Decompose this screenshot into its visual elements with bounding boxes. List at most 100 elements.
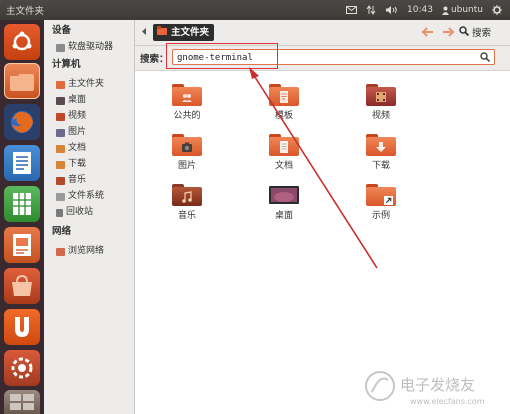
file-label: 文档 — [274, 161, 293, 171]
file-view: 公共的 模板 视频 图片 文档 下载 音乐 桌面 示例 — [135, 71, 510, 414]
search-label: 搜索： — [140, 54, 169, 65]
sidebar-item-music[interactable]: 音乐 — [56, 174, 86, 187]
file-label: 示例 — [371, 211, 390, 221]
window-title: 主文件夹 — [6, 6, 45, 17]
user-name: ubuntu — [450, 5, 483, 15]
presentation-icon — [13, 234, 31, 256]
places-sidebar: 设备 软盘驱动器 计算机 主文件夹 桌面 视频 图片 文档 下载 音乐 文件系统… — [44, 20, 135, 414]
home-icon — [56, 80, 65, 89]
settings-gear-icon[interactable] — [492, 5, 502, 15]
ubuntu-one-icon — [15, 317, 29, 337]
sidebar-item-browse-network[interactable]: 浏览网络 — [56, 245, 104, 258]
file-label: 下载 — [371, 161, 390, 171]
sidebar-item-floppy[interactable]: 软盘驱动器 — [56, 41, 113, 54]
calc-launcher-button[interactable] — [4, 186, 40, 222]
video-icon — [56, 112, 65, 121]
file-label: 公共的 — [173, 111, 201, 121]
software-center-launcher-button[interactable] — [4, 268, 40, 304]
file-label: 桌面 — [274, 211, 293, 221]
sidebar-item-filesystem[interactable]: 文件系统 — [56, 190, 104, 203]
user-icon — [441, 6, 449, 15]
sidebar-item-desktop[interactable]: 桌面 — [56, 94, 86, 107]
forward-arrow-icon[interactable] — [441, 25, 455, 42]
back-arrow-icon[interactable] — [421, 25, 435, 42]
sidebar-item-label: 视频 — [68, 111, 87, 121]
impress-launcher-button[interactable] — [4, 227, 40, 263]
pictures-icon — [56, 128, 65, 137]
sidebar-item-pictures[interactable]: 图片 — [56, 126, 86, 139]
search-magnifier-icon[interactable] — [480, 52, 491, 65]
files-launcher-button[interactable] — [4, 63, 40, 99]
sidebar-item-documents[interactable]: 文档 — [56, 142, 86, 155]
search-icon — [459, 25, 470, 39]
network-icon — [56, 247, 65, 256]
sidebar-item-label: 文档 — [68, 143, 87, 153]
sidebar-item-label: 下载 — [68, 159, 87, 169]
file-label: 图片 — [177, 161, 196, 171]
sidebar-section-network: 网络 — [52, 226, 72, 237]
breadcrumb-home[interactable]: 主文件夹 — [153, 24, 215, 41]
videos-folder-icon — [366, 84, 396, 106]
volume-icon[interactable] — [385, 5, 398, 15]
sidebar-item-videos[interactable]: 视频 — [56, 110, 86, 123]
user-menu[interactable]: ubuntu — [441, 5, 483, 15]
workspaces-icon — [10, 394, 34, 410]
templates-folder-icon — [269, 84, 299, 106]
sidebar-section-devices: 设备 — [52, 25, 72, 36]
unity-launcher — [0, 20, 44, 414]
sidebar-item-downloads[interactable]: 下载 — [56, 158, 86, 171]
workspace-switcher-button[interactable] — [4, 390, 40, 414]
file-item-templates[interactable]: 模板 — [254, 84, 314, 121]
sidebar-item-label: 音乐 — [68, 175, 87, 185]
system-settings-launcher-button[interactable] — [4, 350, 40, 386]
dash-home-button[interactable] — [4, 24, 40, 60]
filesystem-icon — [56, 192, 65, 201]
watermark-logo: 电子发烧友 www.elecfans.com — [365, 371, 485, 406]
sidebar-item-label: 图片 — [68, 127, 87, 137]
firefox-icon — [11, 111, 33, 133]
watermark-brand: 电子发烧友 — [400, 376, 475, 394]
downloads-folder-icon — [366, 134, 396, 156]
file-label: 音乐 — [177, 211, 196, 221]
sidebar-section-computer: 计算机 — [52, 59, 81, 70]
shopping-bag-icon — [12, 275, 32, 296]
watermark-url: www.elecfans.com — [410, 397, 485, 406]
trash-icon — [56, 208, 63, 217]
floppy-icon — [56, 43, 65, 52]
documents-icon — [56, 144, 65, 153]
ubuntu-one-launcher-button[interactable] — [4, 309, 40, 345]
home-folder-icon — [10, 71, 34, 91]
music-folder-icon — [172, 184, 202, 206]
music-icon — [56, 176, 65, 185]
spreadsheet-icon — [13, 193, 31, 215]
sidebar-item-label: 桌面 — [68, 95, 87, 105]
mail-icon[interactable] — [346, 6, 357, 14]
clock-time[interactable]: 10:43 — [407, 5, 433, 15]
file-item-desktop[interactable]: 桌面 — [254, 184, 314, 221]
file-item-pictures[interactable]: 图片 — [157, 134, 217, 171]
file-item-music[interactable]: 音乐 — [157, 184, 217, 221]
breadcrumb-left-arrow-icon[interactable] — [141, 27, 147, 39]
sidebar-item-label: 文件系统 — [68, 191, 105, 201]
file-item-videos[interactable]: 视频 — [351, 84, 411, 121]
ubuntu-logo-icon — [12, 31, 32, 51]
file-label: 模板 — [274, 111, 293, 121]
home-folder-small-icon — [157, 24, 167, 41]
sidebar-item-trash[interactable]: 回收站 — [56, 206, 93, 219]
search-toggle-button[interactable]: 搜索 — [459, 25, 491, 39]
file-item-documents[interactable]: 文档 — [254, 134, 314, 171]
documents-folder-icon — [269, 134, 299, 156]
writer-launcher-button[interactable] — [4, 145, 40, 181]
settings-wrench-icon — [11, 357, 33, 379]
file-item-public[interactable]: 公共的 — [157, 84, 217, 121]
breadcrumb-label: 主文件夹 — [171, 27, 210, 38]
desktop-folder-icon — [269, 184, 299, 206]
pictures-folder-icon — [172, 134, 202, 156]
network-arrows-icon[interactable] — [366, 5, 376, 15]
system-tray: 10:43 ubuntu — [346, 5, 510, 15]
firefox-launcher-button[interactable] — [4, 104, 40, 140]
file-item-downloads[interactable]: 下载 — [351, 134, 411, 171]
sidebar-item-home[interactable]: 主文件夹 — [56, 78, 104, 91]
sidebar-item-label: 回收站 — [66, 207, 94, 217]
file-item-examples[interactable]: 示例 — [351, 184, 411, 221]
